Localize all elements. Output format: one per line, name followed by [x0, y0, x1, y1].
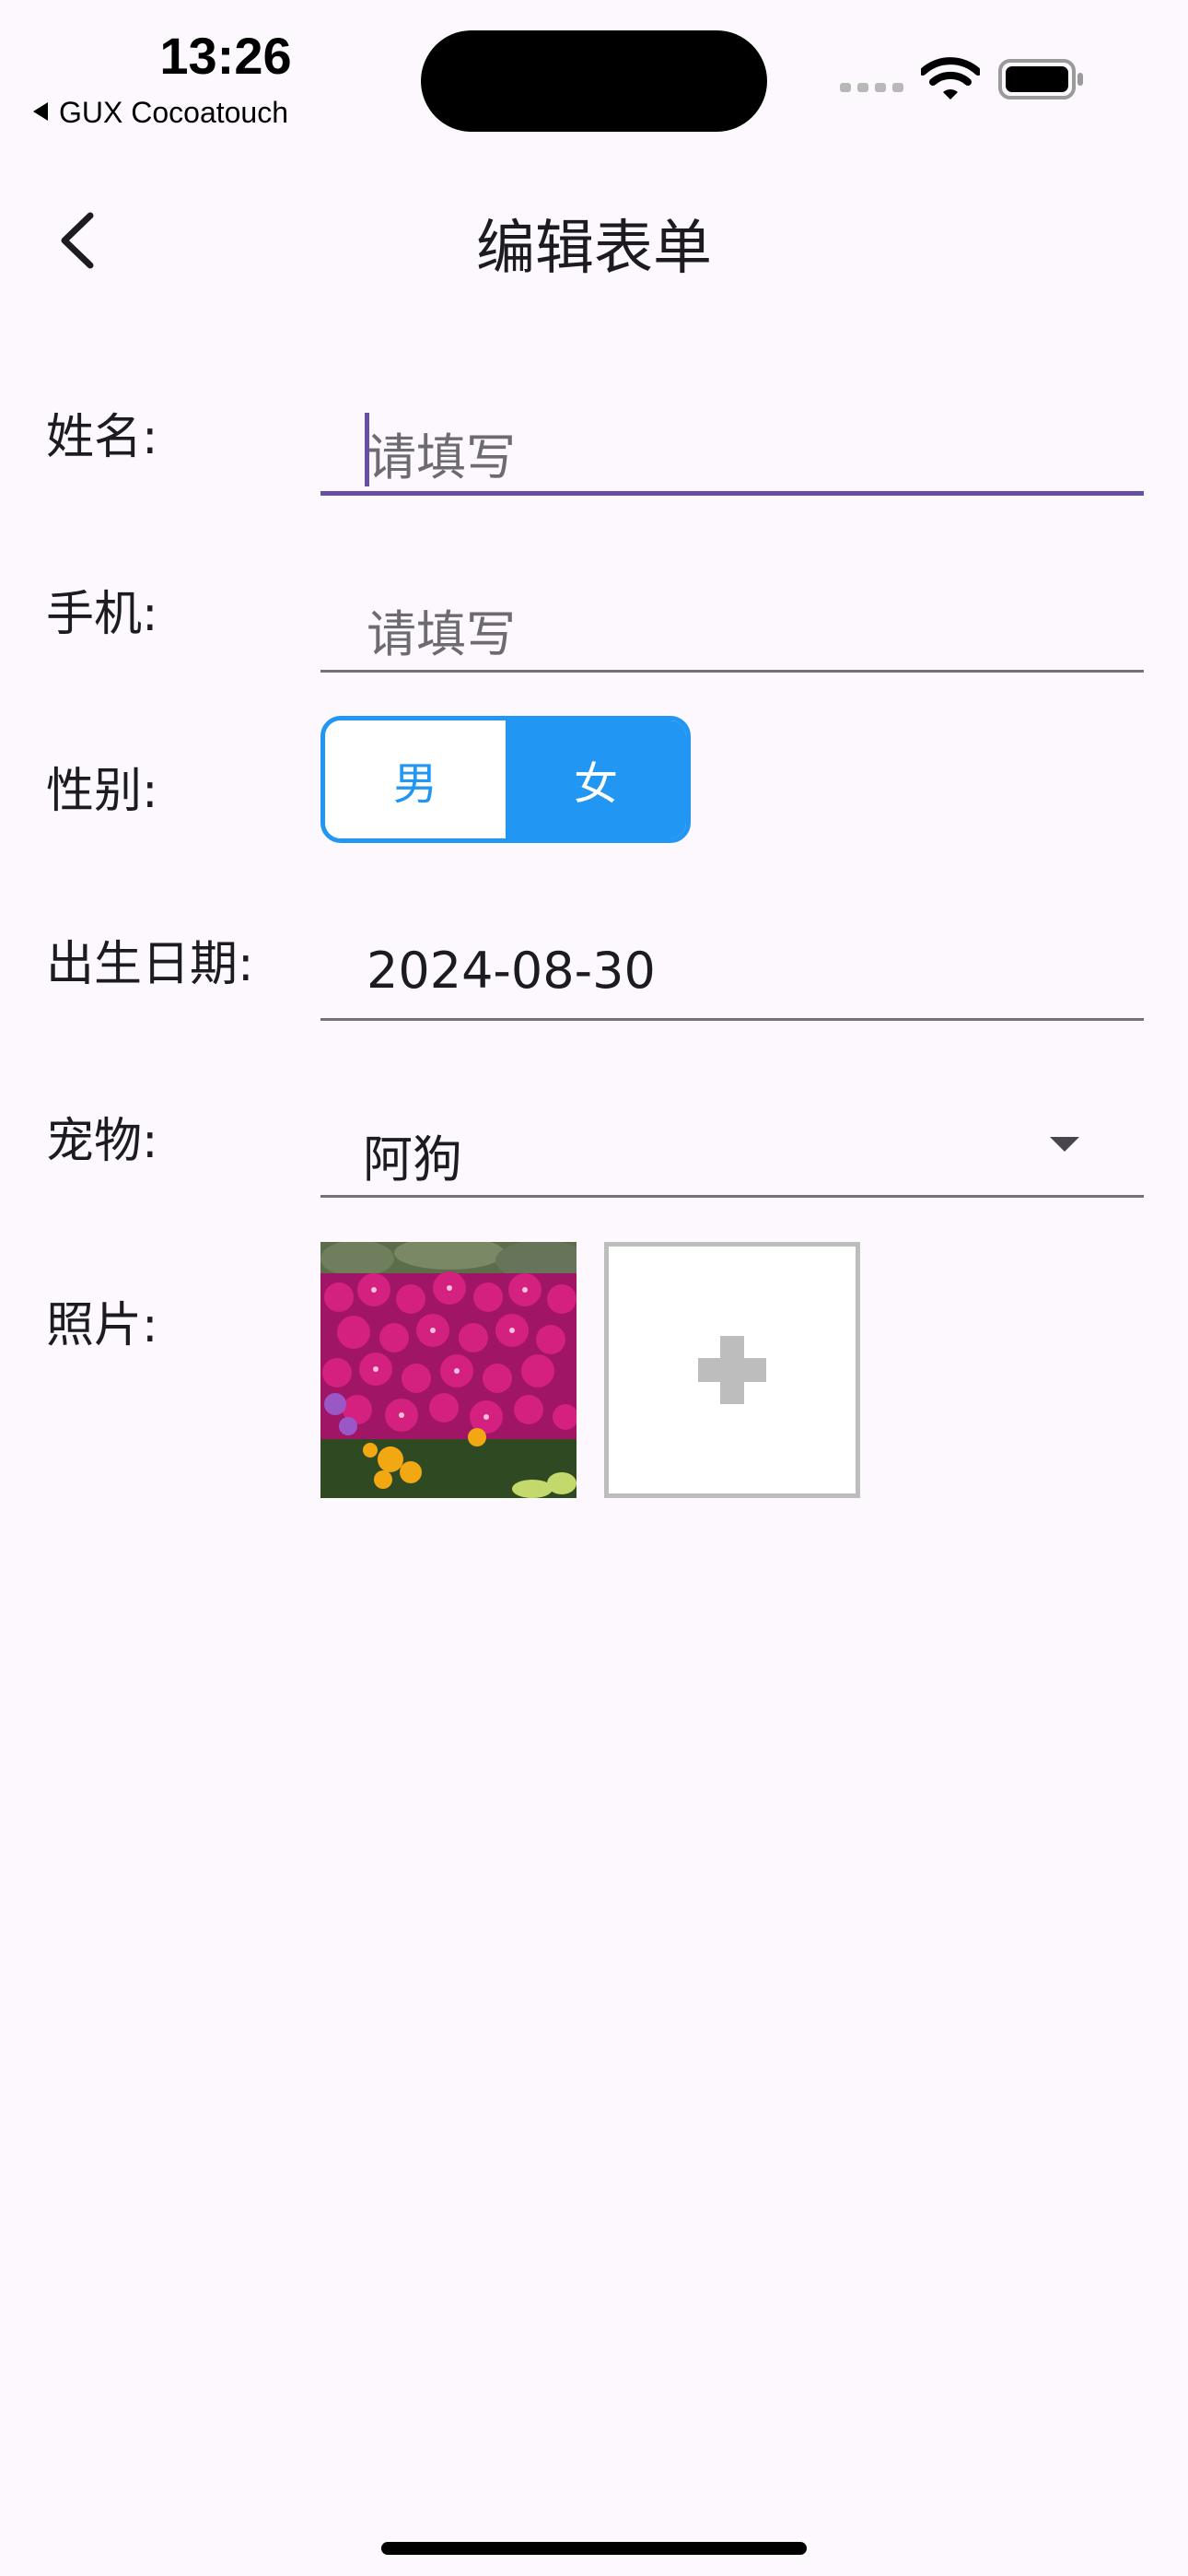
- birthdate-label: 出生日期:: [46, 937, 254, 992]
- dynamic-island: [421, 30, 767, 132]
- phone-label: 手机:: [46, 587, 158, 642]
- photo-thumbnail[interactable]: [320, 1242, 577, 1498]
- phone-underline: [320, 670, 1144, 673]
- text-cursor: [365, 413, 369, 486]
- phone-field[interactable]: 请填写: [320, 562, 1144, 673]
- pet-underline: [320, 1195, 1144, 1198]
- birthdate-field[interactable]: 2024-08-30: [320, 910, 1144, 1021]
- flower-photo: [320, 1242, 577, 1498]
- dropdown-arrow-icon: [1050, 1137, 1079, 1152]
- name-placeholder: 请填写: [367, 428, 516, 486]
- pet-value: 阿狗: [363, 1130, 462, 1188]
- page-title: 编辑表单: [476, 215, 712, 283]
- home-indicator: [381, 2542, 807, 2555]
- back-to-app-link[interactable]: GUX Cocoatouch: [33, 96, 288, 130]
- pet-dropdown[interactable]: 阿狗: [320, 1087, 1144, 1198]
- back-triangle-icon: [33, 102, 48, 121]
- wifi-icon: [921, 57, 980, 100]
- name-field[interactable]: 请填写: [320, 385, 1144, 496]
- birthdate-value: 2024-08-30: [367, 942, 656, 1000]
- birthdate-underline: [320, 1018, 1144, 1021]
- add-photo-button[interactable]: [604, 1242, 860, 1498]
- name-underline: [320, 491, 1144, 496]
- signal-icon: [840, 83, 903, 92]
- gender-option-female[interactable]: 女: [506, 720, 686, 838]
- gender-label: 性别:: [46, 764, 158, 819]
- photos-label: 照片:: [46, 1298, 158, 1353]
- status-time: 13:26: [159, 27, 292, 85]
- gender-option-male[interactable]: 男: [325, 720, 506, 838]
- pet-label: 宠物:: [46, 1114, 158, 1169]
- phone-placeholder: 请填写: [367, 605, 516, 663]
- back-app-label: GUX Cocoatouch: [59, 96, 289, 129]
- name-label: 姓名:: [46, 410, 158, 465]
- battery-icon: [998, 59, 1083, 100]
- gender-segmented-control[interactable]: 男 女: [320, 716, 691, 843]
